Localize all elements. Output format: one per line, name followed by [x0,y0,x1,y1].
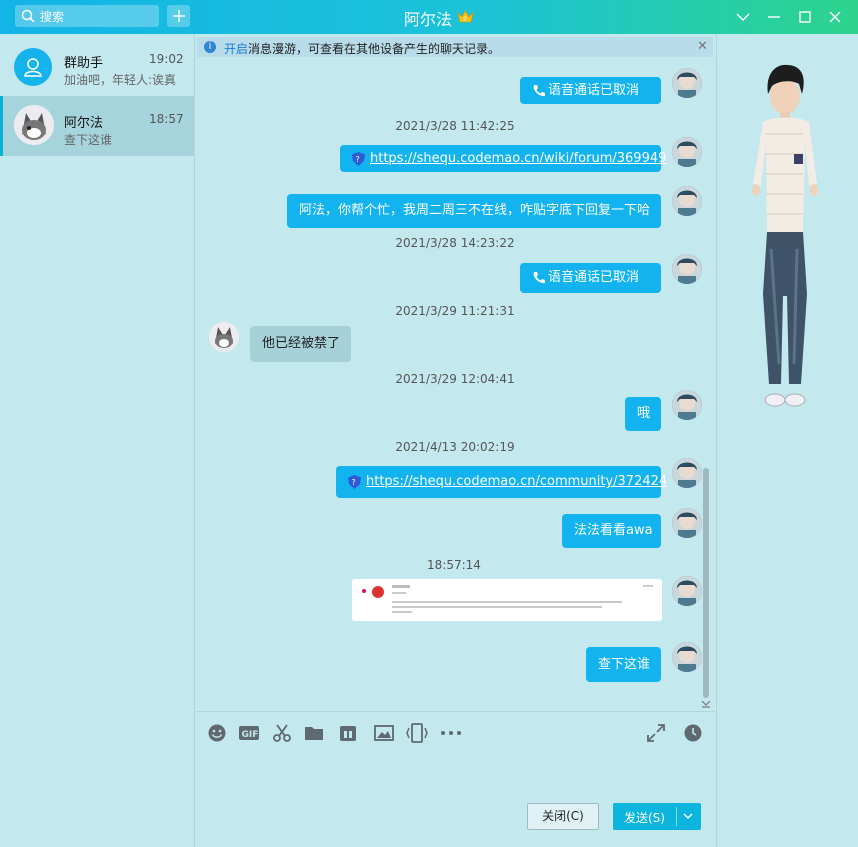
my-avatar[interactable] [672,458,702,488]
input-toolbar: GIF [195,711,715,751]
message-bubble[interactable]: ? https://shequ.codemao.cn/community/3724… [336,466,667,498]
forum-link[interactable]: https://shequ.codemao.cn/wiki/forum/3699… [370,151,666,166]
send-button-label: 发送(S) [624,811,665,825]
message-bubble[interactable]: 语音通话已取消 [520,263,661,293]
history-clock-icon[interactable] [683,723,703,743]
contact-avatar [14,105,54,145]
scroll-down-icon[interactable] [701,700,711,708]
conversation-name: 群助手 [64,56,104,71]
character-show-pane [716,34,858,847]
search-input[interactable]: 搜索 [15,5,159,27]
gif-icon[interactable]: GIF [238,723,260,743]
message-bubble-incoming[interactable]: 他已经被禁了 [250,326,351,362]
phone-icon [533,85,545,97]
enable-roaming-link[interactable]: 开启 [224,40,248,57]
close-button[interactable]: 关闭(C) [527,803,599,830]
vip-crown-icon: 2 [457,10,474,23]
my-avatar[interactable] [672,642,702,672]
my-avatar[interactable] [672,508,702,538]
my-avatar[interactable] [672,137,702,167]
conversation-name: 阿尔法 [64,116,104,131]
my-avatar[interactable] [672,254,702,284]
image-icon[interactable] [374,723,394,743]
svg-text:2: 2 [463,16,467,23]
shake-icon[interactable] [405,723,429,743]
character-avatar-illustration [752,64,818,407]
timestamp: 2021/4/13 20:02:19 [395,440,515,454]
conversation-time: 18:57 [149,112,184,126]
svg-text:GIF: GIF [242,730,259,740]
roaming-notice-bar: i 开启 消息漫游，可查看在其他设备产生的聊天记录。 ✕ [197,37,713,57]
title-bar: 搜索 阿尔法 2 [0,0,858,34]
svg-text:?: ? [352,478,356,487]
my-avatar[interactable] [672,68,702,98]
screenshot-thumbnail [362,585,653,613]
timestamp: 2021/3/29 12:04:41 [395,372,515,386]
active-indicator [0,96,3,156]
qq-chat-window: 搜索 阿尔法 2 群助手 19:02 加油吧，年轻人:诶真 阿尔法 18:57 [0,0,858,847]
search-icon [21,9,35,23]
message-bubble[interactable]: 法法看看awa [562,514,661,548]
chat-scrollbar[interactable] [703,468,709,698]
conversation-preview: 查下这谁 [64,133,113,147]
community-link[interactable]: https://shequ.codemao.cn/community/37242… [366,474,667,489]
shield-icon: ? [348,474,361,489]
contact-avatar[interactable] [209,322,239,352]
screenshot-image-message[interactable] [352,579,662,621]
my-avatar[interactable] [672,576,702,606]
conversation-item-group-assistant[interactable]: 群助手 19:02 加油吧，年轻人:诶真 [0,36,194,96]
group-icon [24,58,42,77]
message-bubble[interactable]: 阿法，你帮个忙，我周二周三不在线，咋贴字底下回复一下哈 [287,194,661,228]
my-avatar[interactable] [672,390,702,420]
shield-icon: ? [352,151,365,166]
search-placeholder: 搜索 [40,10,65,24]
svg-text:?: ? [356,155,360,164]
timestamp: 2021/3/28 14:23:22 [395,236,515,250]
scissors-icon[interactable] [272,723,292,743]
timestamp: 2021/3/29 11:21:31 [395,304,515,318]
message-bubble[interactable]: 哦 [625,397,661,431]
info-icon: i [204,41,216,53]
phone-icon [533,272,545,284]
notice-text: 消息漫游，可查看在其他设备产生的聊天记录。 [248,42,501,56]
message-bubble[interactable]: 语音通话已取消 [520,77,661,104]
send-button[interactable]: 发送(S) [613,803,701,830]
expand-icon[interactable] [646,723,666,743]
message-bubble[interactable]: 查下这谁 [586,647,661,682]
message-bubble[interactable]: ? https://shequ.codemao.cn/wiki/forum/369… [340,145,666,172]
close-icon[interactable] [826,8,844,26]
timestamp: 2021/3/28 11:42:25 [395,119,515,133]
window-title: 阿尔法 [404,10,453,29]
chat-panel: i 开启 消息漫游，可查看在其他设备产生的聊天记录。 ✕ 语音通话已取消 202… [195,34,715,847]
emoji-icon[interactable] [207,723,227,743]
conversation-item-alpha[interactable]: 阿尔法 18:57 查下这谁 [0,96,194,156]
group-assistant-avatar [14,48,52,86]
quote-icon[interactable] [338,723,358,743]
add-button[interactable] [167,5,190,27]
chevron-down-icon[interactable] [734,8,752,26]
conversation-preview: 加油吧，年轻人:诶真 [64,73,177,87]
send-button-divider [676,807,677,826]
timestamp: 18:57:14 [427,558,481,572]
more-icon[interactable] [439,723,463,743]
my-avatar[interactable] [672,186,702,216]
plus-icon [173,10,185,22]
notice-close-icon[interactable]: ✕ [697,39,708,54]
conversation-time: 19:02 [149,52,184,66]
maximize-icon[interactable] [796,8,814,26]
conversation-list: 群助手 19:02 加油吧，年轻人:诶真 阿尔法 18:57 查下这谁 [0,34,195,847]
folder-icon[interactable] [304,723,324,743]
minimize-icon[interactable] [765,8,783,26]
chevron-down-icon[interactable] [681,808,695,824]
